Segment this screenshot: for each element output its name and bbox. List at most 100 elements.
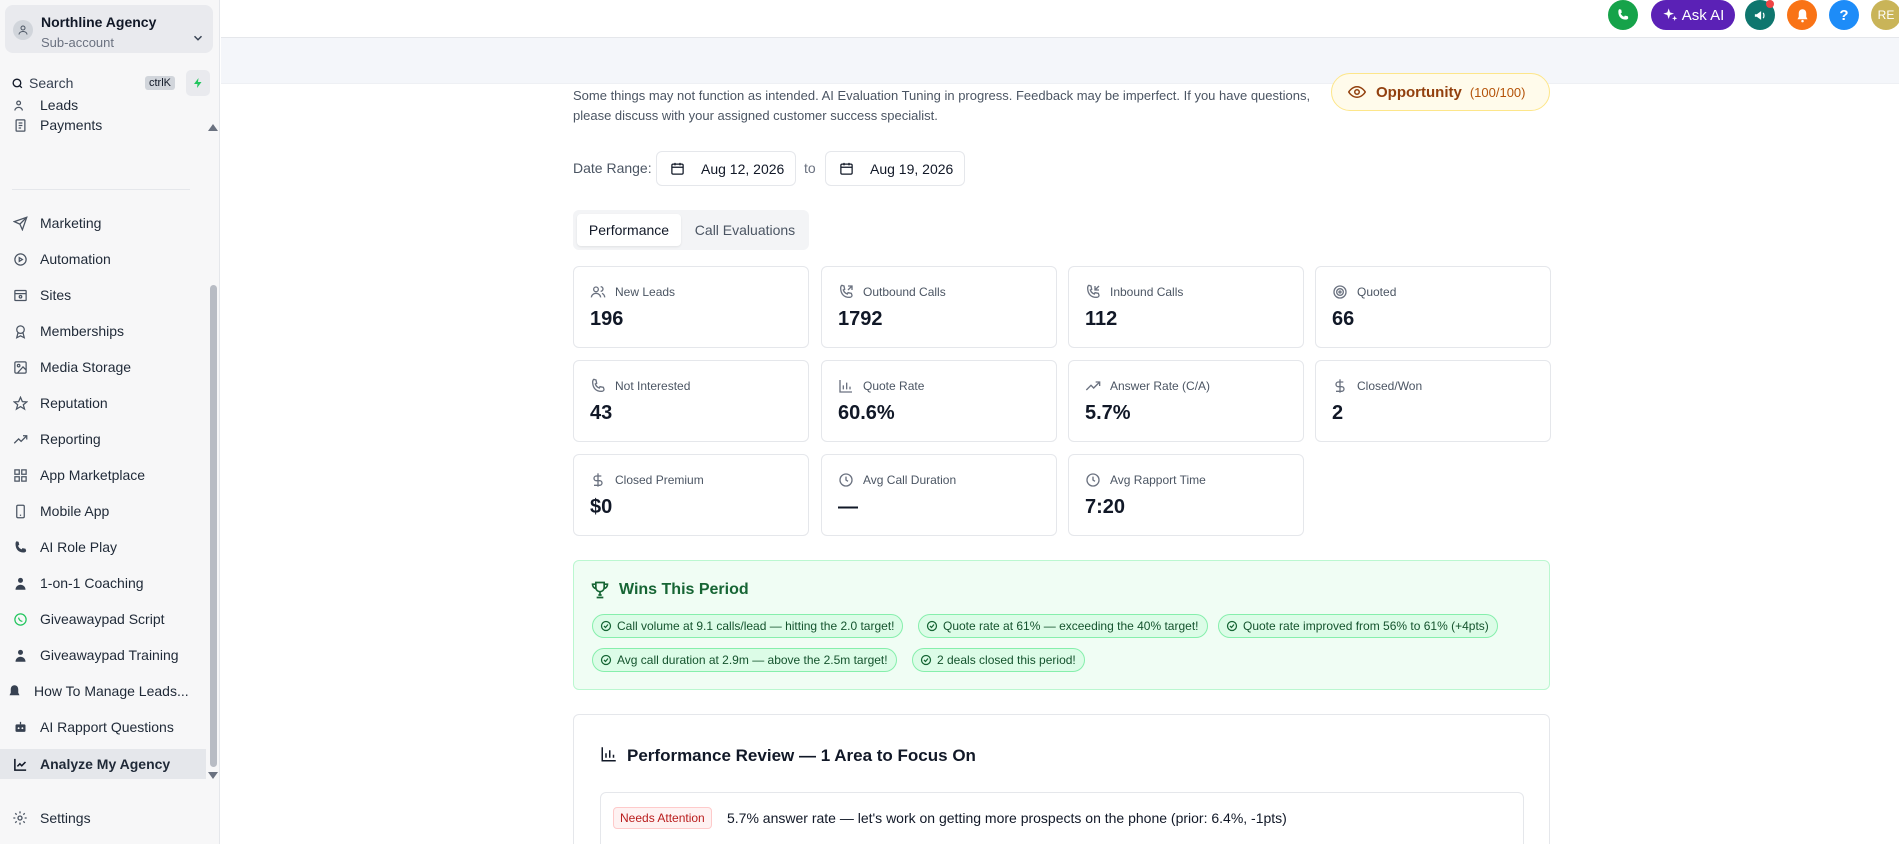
sidebar-item-memberships[interactable]: Memberships bbox=[10, 316, 206, 346]
sidebar-item-giveawaypad-training[interactable]: Giveawaypad Training bbox=[10, 640, 206, 670]
phone-incoming-icon bbox=[1086, 284, 1100, 299]
sidebar-item-app-marketplace[interactable]: App Marketplace bbox=[10, 460, 206, 490]
search-shortcut: ctrlK bbox=[145, 76, 175, 90]
sidebar-scrollbar[interactable] bbox=[210, 285, 217, 767]
date-range-label: Date Range: bbox=[573, 160, 652, 176]
metric-card-quote-rate: Quote Rate 60.6% bbox=[821, 360, 1057, 442]
search-icon bbox=[12, 78, 23, 89]
sidebar-item-how-to-manage-leads[interactable]: How To Manage Leads... bbox=[4, 676, 200, 706]
sidebar-item-settings[interactable]: Settings bbox=[10, 805, 91, 831]
check-circle-icon bbox=[600, 620, 612, 632]
sidebar-item-automation[interactable]: Automation bbox=[10, 244, 206, 274]
bar-chart-icon bbox=[601, 747, 616, 762]
metric-card-avg-rapport-time: Avg Rapport Time 7:20 bbox=[1068, 454, 1304, 536]
whatsapp-icon bbox=[10, 609, 30, 629]
performance-review-panel: Performance Review — 1 Area to Focus On … bbox=[573, 714, 1550, 844]
date-to-picker[interactable]: Aug 19, 2026 bbox=[825, 151, 965, 186]
review-item: Needs Attention 5.7% answer rate — let's… bbox=[600, 792, 1524, 844]
grid-icon bbox=[10, 465, 30, 485]
star-icon bbox=[10, 393, 30, 413]
win-item: 2 deals closed this period! bbox=[912, 648, 1085, 672]
opportunity-score: (100/100) bbox=[1469, 84, 1526, 100]
trend-icon bbox=[1085, 381, 1101, 391]
eye-icon bbox=[1348, 85, 1366, 99]
phone-icon bbox=[591, 378, 605, 393]
sidebar-item-marketing[interactable]: Marketing bbox=[10, 208, 206, 238]
scroll-up-arrow[interactable] bbox=[208, 124, 218, 131]
metric-card-closed-won: Closed/Won 2 bbox=[1315, 360, 1551, 442]
calendar-icon bbox=[840, 162, 853, 175]
account-switcher[interactable]: Northline Agency Sub-account bbox=[5, 5, 213, 53]
sub-header bbox=[221, 38, 1899, 84]
phone-icon bbox=[1618, 9, 1629, 20]
evaluation-notice: Some things may not function as intended… bbox=[573, 88, 1311, 123]
sidebar-item-analyze-my-agency[interactable]: Analyze My Agency bbox=[0, 749, 206, 779]
trend-icon bbox=[10, 429, 30, 449]
help-icon: ? bbox=[1839, 6, 1849, 24]
sidebar-item-reputation[interactable]: Reputation bbox=[10, 388, 206, 418]
status-badge: Needs Attention bbox=[613, 807, 712, 829]
quick-actions-button[interactable] bbox=[186, 70, 210, 96]
receipt-icon bbox=[10, 115, 30, 135]
person-icon bbox=[10, 573, 30, 593]
notification-dot bbox=[1766, 0, 1774, 8]
clock-icon bbox=[839, 473, 853, 487]
user-avatar[interactable]: RE bbox=[1871, 0, 1899, 30]
account-type: Sub-account bbox=[41, 35, 114, 50]
metric-card-not-interested: Not Interested 43 bbox=[573, 360, 809, 442]
trophy-icon bbox=[591, 581, 609, 599]
win-item: Quote rate improved from 56% to 61% (+4p… bbox=[1218, 614, 1498, 638]
sidebar-item-sites[interactable]: Sites bbox=[10, 280, 206, 310]
notifications-button[interactable] bbox=[1787, 0, 1817, 30]
metric-card-closed-premium: Closed Premium $0 bbox=[573, 454, 809, 536]
send-icon bbox=[10, 213, 30, 233]
date-from-value: Aug 12, 2026 bbox=[701, 160, 785, 177]
date-to-value: Aug 19, 2026 bbox=[870, 160, 954, 177]
metric-card-inbound-calls: Inbound Calls 112 bbox=[1068, 266, 1304, 348]
sidebar-item-giveawaypad-script[interactable]: Giveawaypad Script bbox=[10, 604, 206, 634]
sidebar-item-payments[interactable]: Payments bbox=[10, 110, 206, 140]
chevron-down-icon bbox=[193, 35, 203, 41]
account-avatar-icon bbox=[13, 20, 33, 40]
sidebar-item-media-storage[interactable]: Media Storage bbox=[10, 352, 206, 382]
date-to-label: to bbox=[804, 160, 816, 176]
phone-button[interactable] bbox=[1608, 0, 1638, 30]
clock-icon bbox=[1086, 473, 1100, 487]
search-label: Search bbox=[29, 75, 74, 91]
bolt-icon bbox=[194, 78, 202, 88]
tab-performance[interactable]: Performance bbox=[577, 214, 681, 246]
person-icon bbox=[10, 645, 30, 665]
scroll-down-arrow[interactable] bbox=[208, 772, 218, 779]
win-item: Quote rate at 61% — exceeding the 40% ta… bbox=[918, 614, 1208, 638]
bell-icon bbox=[1797, 8, 1807, 22]
award-icon bbox=[10, 321, 30, 341]
dollar-icon bbox=[593, 473, 603, 487]
sidebar-item-1-on-1-coaching[interactable]: 1-on-1 Coaching bbox=[10, 568, 206, 598]
image-icon bbox=[10, 357, 30, 377]
user-initials: RE bbox=[1877, 8, 1895, 22]
metric-card-new-leads: New Leads 196 bbox=[573, 266, 809, 348]
sidebar-item-ai-rapport-questions[interactable]: AI Rapport Questions bbox=[10, 712, 206, 742]
win-item: Avg call duration at 2.9m — above the 2.… bbox=[592, 648, 897, 672]
tab-call-evaluations[interactable]: Call Evaluations bbox=[685, 214, 805, 246]
view-tabs: Performance Call Evaluations bbox=[573, 210, 809, 250]
calendar-icon bbox=[671, 162, 684, 175]
opportunity-badge: Opportunity (100/100) bbox=[1331, 73, 1550, 111]
sidebar-item-mobile-app[interactable]: Mobile App bbox=[10, 496, 206, 526]
top-bar: Ask AI ? RE bbox=[221, 0, 1899, 38]
search-button[interactable]: Search ctrlK bbox=[5, 71, 177, 97]
browser-icon bbox=[10, 285, 30, 305]
ask-ai-button[interactable]: Ask AI bbox=[1651, 0, 1735, 30]
phone-device-icon bbox=[10, 501, 30, 521]
sidebar-item-ai-role-play[interactable]: AI Role Play bbox=[10, 532, 206, 562]
sidebar-item-reporting[interactable]: Reporting bbox=[10, 424, 206, 454]
robot-icon bbox=[10, 717, 30, 737]
date-from-picker[interactable]: Aug 12, 2026 bbox=[656, 151, 796, 186]
check-circle-icon bbox=[926, 620, 938, 632]
gear-icon bbox=[10, 810, 30, 826]
phone-call-icon bbox=[10, 537, 30, 557]
account-name: Northline Agency bbox=[41, 14, 157, 30]
metric-card-quoted: Quoted 66 bbox=[1315, 266, 1551, 348]
help-button[interactable]: ? bbox=[1829, 0, 1859, 30]
sparkle-icon bbox=[1663, 8, 1678, 21]
